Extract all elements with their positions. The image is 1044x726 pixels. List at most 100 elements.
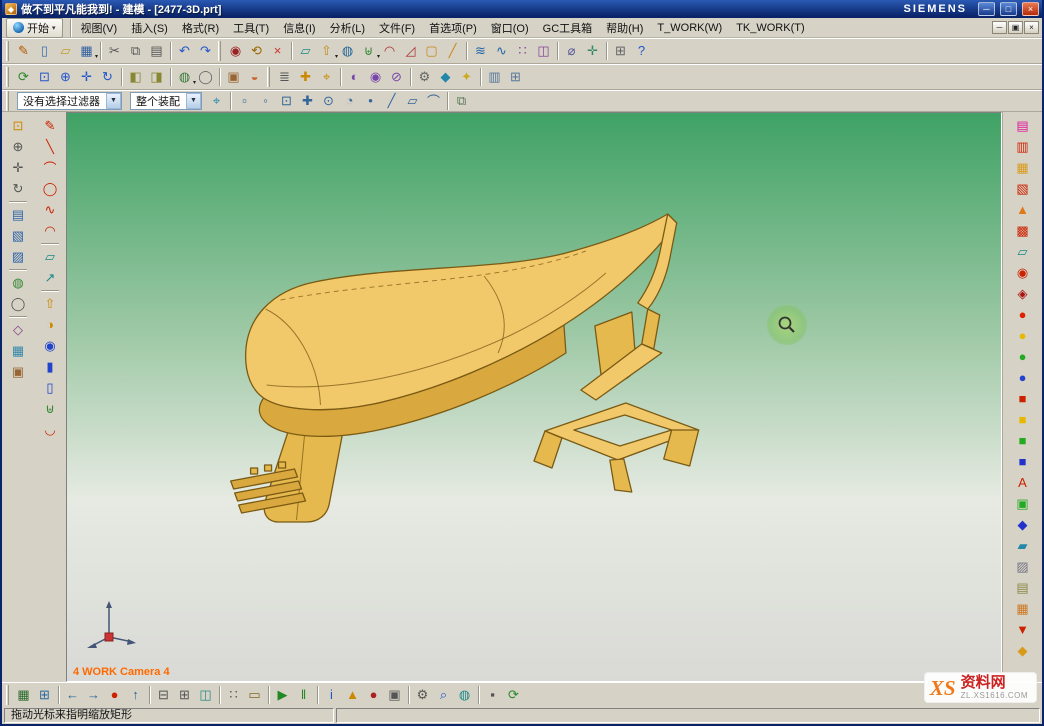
menu-window[interactable]: 窗口(O) xyxy=(484,19,536,37)
menu-gc-toolbox[interactable]: GC工具箱 xyxy=(536,19,600,37)
maximize-button[interactable]: □ xyxy=(1000,2,1017,16)
perspective-view-icon[interactable]: ◇ xyxy=(9,320,28,339)
existing-point-icon[interactable]: • xyxy=(361,91,380,110)
camera-capture-icon[interactable]: ▣ xyxy=(385,685,404,704)
blue-material-icon[interactable]: ● xyxy=(1013,368,1032,387)
snapshot-icon[interactable]: ▣ xyxy=(224,67,243,86)
arc-center-icon[interactable]: ⊙ xyxy=(319,91,338,110)
help-icon[interactable]: ? xyxy=(632,41,651,60)
section-view-icon[interactable]: ◒ xyxy=(245,67,264,86)
high-quality-image-icon[interactable]: ▲ xyxy=(1013,200,1032,219)
world-icon[interactable]: ◍ xyxy=(455,685,474,704)
snap-point-icon[interactable]: ⌖ xyxy=(207,91,226,110)
role-icon[interactable]: ▥ xyxy=(485,67,504,86)
fit-view-icon[interactable]: ⊡ xyxy=(9,116,28,135)
menu-file[interactable]: 文件(F) xyxy=(372,19,422,37)
gold-gem-icon[interactable]: ◆ xyxy=(1013,641,1032,660)
model-canvas[interactable] xyxy=(67,113,1001,681)
ruler-icon[interactable]: ▭ xyxy=(245,685,264,704)
stop-icon[interactable]: ● xyxy=(105,685,124,704)
rotate-icon[interactable]: ↻ xyxy=(98,67,117,86)
sketch-icon[interactable]: ✎ xyxy=(41,116,60,135)
menu-insert[interactable]: 插入(S) xyxy=(124,19,175,37)
menu-info[interactable]: 信息(I) xyxy=(276,19,322,37)
spot-light-icon[interactable]: ◉ xyxy=(1013,263,1032,282)
revolve-icon[interactable]: ◑ xyxy=(41,315,60,334)
quadrant-point-icon[interactable]: ◔ xyxy=(340,91,359,110)
cut-icon[interactable]: ✂ xyxy=(105,41,124,60)
line-icon[interactable]: ╲ xyxy=(41,137,60,156)
chamfer-icon[interactable]: ◿ xyxy=(401,41,420,60)
isometric-view-icon[interactable]: ◨ xyxy=(147,67,166,86)
profile-icon[interactable]: ∿ xyxy=(41,200,60,219)
through-curves-icon[interactable]: ≋ xyxy=(471,41,490,60)
end-point-icon[interactable]: ▫ xyxy=(235,91,254,110)
delete-icon[interactable]: × xyxy=(268,41,287,60)
blue-texture-icon[interactable]: ■ xyxy=(1013,452,1032,471)
open-icon[interactable]: ▱ xyxy=(56,41,75,60)
copy-icon[interactable]: ⧉ xyxy=(126,41,145,60)
wcs-orient-icon[interactable]: ⌖ xyxy=(317,67,336,86)
direct-sketch-icon[interactable]: ✎ xyxy=(14,41,33,60)
up-level-icon[interactable]: ↑ xyxy=(126,685,145,704)
start-menu-button[interactable]: 开始 ▾ xyxy=(6,18,63,38)
preferences-icon[interactable]: ⚙ xyxy=(415,67,434,86)
clip-section-icon[interactable]: ▱ xyxy=(1013,242,1032,261)
intersection-point-icon[interactable]: ✚ xyxy=(298,91,317,110)
edge-blend-icon[interactable]: ◡ xyxy=(41,420,60,439)
chevron-down-icon[interactable]: ▼ xyxy=(106,93,121,109)
extrude-icon[interactable]: ⇧ xyxy=(41,294,60,313)
play-animation-icon[interactable]: ▶ xyxy=(273,685,292,704)
redo-icon[interactable]: ↷ xyxy=(196,41,215,60)
text-material-icon[interactable]: A xyxy=(1013,473,1032,492)
wcs-dynamics-icon[interactable]: ✚ xyxy=(296,67,315,86)
scene-editor-icon[interactable]: ◈ xyxy=(1013,284,1032,303)
edge-blend-icon[interactable]: ◠ xyxy=(380,41,399,60)
green-texture-icon[interactable]: ■ xyxy=(1013,431,1032,450)
forward-icon[interactable]: → xyxy=(84,685,103,704)
measure-distance-icon[interactable]: ⌀ xyxy=(562,41,581,60)
layer-settings-icon[interactable]: ≣ xyxy=(275,67,294,86)
fit-view-icon[interactable]: ⊡ xyxy=(35,67,54,86)
circle-icon[interactable]: ◯ xyxy=(41,179,60,198)
menu-t-work[interactable]: T_WORK(W) xyxy=(650,21,729,35)
extrude-icon[interactable]: ⇧▾ xyxy=(317,41,336,60)
face-analysis-icon[interactable]: ▦ xyxy=(1013,158,1032,177)
point-on-curve-icon[interactable]: ╱ xyxy=(382,91,401,110)
shaded-view-icon[interactable]: ◍ xyxy=(9,273,28,292)
menu-format[interactable]: 格式(R) xyxy=(175,19,226,37)
background-color-icon[interactable]: ▦ xyxy=(9,341,28,360)
zoom-in-out-icon[interactable]: ⊕ xyxy=(9,137,28,156)
mid-point-icon[interactable]: ◦ xyxy=(256,91,275,110)
menu-tools[interactable]: 工具(T) xyxy=(226,19,276,37)
mdi-restore-button[interactable]: ▣ xyxy=(1008,21,1023,34)
refresh-icon[interactable]: ⟳ xyxy=(14,67,33,86)
toolbar-grip[interactable] xyxy=(267,67,270,87)
roughness-map-icon[interactable]: ▨ xyxy=(1013,557,1032,576)
hole-icon[interactable]: ◍ xyxy=(338,41,357,60)
wireframe-view-icon[interactable]: ◯ xyxy=(9,294,28,313)
window-tile-icon[interactable]: ⊟ xyxy=(154,685,173,704)
title-bar[interactable]: ◆ 做不到平凡能我到! - 建模 - [2477-3D.prt] SIEMENS… xyxy=(2,0,1042,18)
green-swatch-icon[interactable]: ▣ xyxy=(1013,494,1032,513)
front-view-icon[interactable]: ▤ xyxy=(9,205,28,224)
menu-help[interactable]: 帮助(H) xyxy=(599,19,650,37)
toolbar-grip[interactable] xyxy=(218,41,221,61)
toolbar-grip[interactable] xyxy=(6,685,9,705)
zoom-icon[interactable]: ⊕ xyxy=(56,67,75,86)
cone-swatch-icon[interactable]: ▼ xyxy=(1013,620,1032,639)
new-icon[interactable]: ▯ xyxy=(35,41,54,60)
window-cascade-icon[interactable]: ⊞ xyxy=(611,41,630,60)
visualization-icon[interactable]: ▩ xyxy=(1013,221,1032,240)
alert-icon[interactable]: ▲ xyxy=(343,685,362,704)
hole-icon[interactable]: ◉ xyxy=(41,336,60,355)
menu-view[interactable]: 视图(V) xyxy=(74,19,125,37)
unite-icon[interactable]: ⊎▾ xyxy=(359,41,378,60)
arc-icon[interactable]: ⌒ xyxy=(41,158,60,177)
start-over-icon[interactable]: ⟲ xyxy=(247,41,266,60)
datum-axis-icon[interactable]: ↗ xyxy=(41,268,60,287)
shaded-with-edges-icon[interactable]: ◍▾ xyxy=(175,67,194,86)
material-icon[interactable]: ◆ xyxy=(436,67,455,86)
mdi-close-button[interactable]: × xyxy=(1024,21,1039,34)
block-icon[interactable]: ▮ xyxy=(41,357,60,376)
